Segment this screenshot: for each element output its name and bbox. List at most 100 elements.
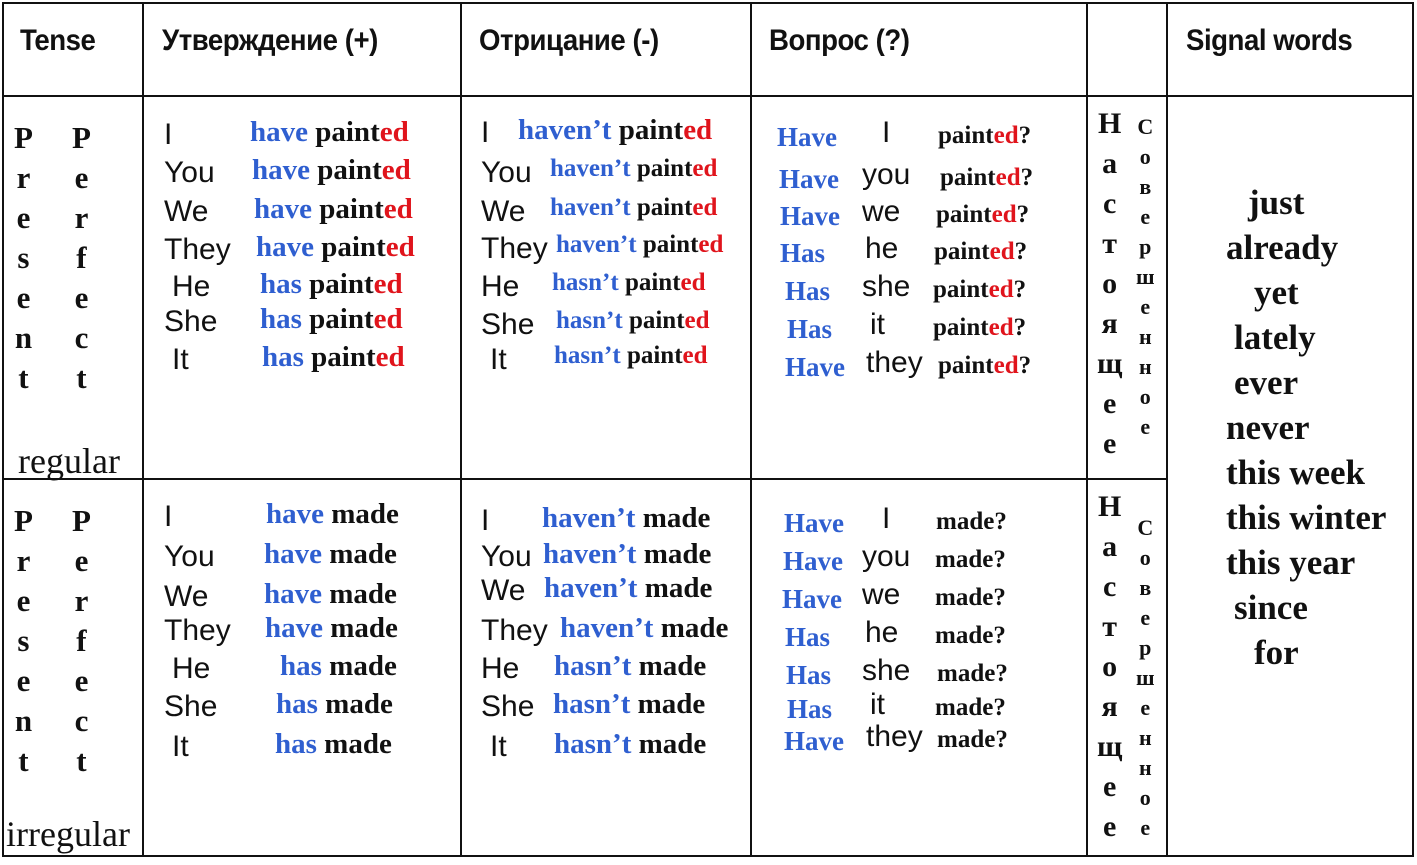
- main-verb-stem: made: [329, 650, 397, 682]
- tense-letter: r: [16, 160, 31, 195]
- question-mark: ?: [995, 660, 1008, 687]
- question-verb: made?: [935, 695, 1006, 720]
- question-verb: painted?: [933, 277, 1026, 302]
- russian-letter: в: [1139, 575, 1152, 600]
- col-divider-question: [1086, 2, 1088, 857]
- question-verb: painted?: [940, 165, 1033, 190]
- auxiliary-verb: has: [260, 303, 302, 335]
- main-verb-stem: made: [935, 584, 994, 611]
- russian-letter: е: [1140, 695, 1151, 720]
- tense-letter: t: [76, 743, 87, 778]
- table-border-bottom: [2, 855, 1414, 857]
- tense-letter: t: [18, 360, 29, 395]
- tense-letter: P: [14, 503, 33, 538]
- main-verb-stem: made: [324, 728, 392, 760]
- russian-letter: о: [1139, 785, 1151, 810]
- main-verb-stem: made: [937, 726, 996, 753]
- tense-letter: r: [16, 543, 31, 578]
- question-pronoun: it: [870, 308, 885, 341]
- negative-pronoun: They: [481, 614, 548, 647]
- russian-letter: е: [1140, 294, 1151, 319]
- negative-verb: haven’t made: [542, 504, 710, 533]
- main-verb-stem: paint: [315, 116, 380, 148]
- tense-letter: c: [74, 320, 89, 355]
- affirmative-verb: has made: [280, 652, 397, 681]
- question-mark: ?: [993, 546, 1006, 573]
- verb-ending: ed: [373, 303, 403, 335]
- signal-word: this year: [1226, 543, 1356, 582]
- russian-letter: т: [1102, 610, 1118, 643]
- russian-letter: С: [1137, 114, 1154, 139]
- auxiliary-verb: haven’t: [550, 155, 631, 182]
- question-verb: made?: [937, 661, 1008, 686]
- question-mark: ?: [1018, 352, 1032, 379]
- verb-ending: ed: [692, 194, 718, 221]
- question-auxiliary: Has: [785, 622, 831, 652]
- main-verb-stem: paint: [626, 342, 683, 369]
- tense-letter: e: [16, 200, 31, 235]
- row-divider: [2, 478, 1168, 480]
- question-auxiliary: Have: [779, 164, 839, 194]
- affirmative-pronoun: They: [164, 233, 231, 266]
- auxiliary-verb: haven’t: [543, 538, 637, 570]
- question-auxiliary: Have: [780, 201, 840, 231]
- negative-verb: haven’t made: [544, 574, 712, 603]
- verb-ending: ed: [692, 155, 718, 182]
- affirmative-verb: have painted: [252, 156, 411, 185]
- affirmative-verb: have painted: [250, 118, 409, 147]
- question-auxiliary: Has: [787, 314, 833, 344]
- question-mark: ?: [1013, 276, 1027, 303]
- auxiliary-verb: have: [266, 498, 324, 530]
- signal-word: for: [1254, 633, 1299, 672]
- tense-letter: n: [14, 703, 33, 738]
- tense-letter: e: [16, 583, 31, 618]
- tense-letter: s: [17, 240, 30, 275]
- verb-ending: ed: [989, 238, 1015, 265]
- question-auxiliary: Has: [787, 694, 833, 724]
- question-auxiliary: Have: [782, 584, 842, 614]
- auxiliary-verb: have: [250, 116, 308, 148]
- auxiliary-verb: hasn’t: [554, 650, 632, 682]
- question-auxiliary: Has: [780, 238, 826, 268]
- auxiliary-verb: hasn’t: [554, 728, 632, 760]
- verb-type-label: irregular: [6, 814, 130, 854]
- verb-ending: ed: [698, 231, 724, 258]
- auxiliary-verb: have: [254, 193, 312, 225]
- signal-word: this winter: [1226, 498, 1387, 537]
- main-verb-stem: made: [937, 660, 996, 687]
- russian-letter: Н: [1097, 490, 1122, 523]
- tense-name-present: Present: [14, 118, 33, 398]
- negative-verb: haven’t made: [560, 614, 728, 643]
- negative-pronoun: She: [481, 690, 535, 723]
- main-verb-stem: paint: [319, 193, 384, 225]
- main-verb-stem: made: [325, 688, 393, 720]
- tense-letter: e: [74, 663, 89, 698]
- auxiliary-verb: have: [252, 154, 310, 186]
- question-verb: painted?: [933, 315, 1026, 340]
- auxiliary-verb: have: [265, 612, 323, 644]
- verb-ending: ed: [379, 116, 409, 148]
- verb-ending: ed: [993, 352, 1019, 379]
- russian-word-nastoyashchee: Настоящее: [1097, 104, 1122, 464]
- main-verb-stem: paint: [628, 307, 685, 334]
- affirmative-pronoun: She: [164, 305, 218, 338]
- negative-verb: haven’t painted: [550, 195, 717, 220]
- affirmative-pronoun: They: [164, 614, 231, 647]
- tense-letter: e: [16, 663, 31, 698]
- main-verb-stem: paint: [311, 341, 376, 373]
- affirmative-pronoun: It: [172, 343, 189, 376]
- russian-letter: р: [1139, 234, 1152, 259]
- question-pronoun: he: [865, 232, 899, 265]
- russian-letter: щ: [1097, 730, 1123, 763]
- question-verb: painted?: [936, 202, 1029, 227]
- question-pronoun: she: [862, 654, 911, 687]
- russian-letter: Н: [1097, 107, 1122, 140]
- auxiliary-verb: hasn’t: [554, 342, 621, 369]
- negative-pronoun: He: [481, 652, 520, 685]
- russian-word-nastoyashchee: Настоящее: [1097, 487, 1122, 847]
- verb-ending: ed: [385, 231, 415, 263]
- question-auxiliary: Have: [783, 546, 843, 576]
- question-verb: made?: [935, 623, 1006, 648]
- affirmative-pronoun: I: [164, 118, 173, 151]
- affirmative-verb: have made: [264, 580, 397, 609]
